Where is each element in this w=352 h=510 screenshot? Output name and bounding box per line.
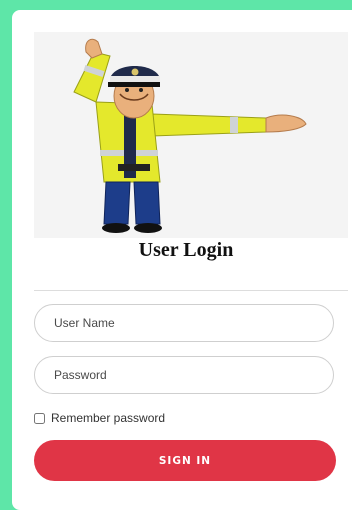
remember-password-option[interactable]: Remember password <box>34 411 165 425</box>
login-title: User Login <box>138 239 234 261</box>
login-card: User Login Remember password SIGN IN <box>12 10 352 510</box>
remember-password-label: Remember password <box>51 411 166 425</box>
username-input[interactable] <box>34 304 334 342</box>
password-input[interactable] <box>34 356 334 394</box>
sign-in-button[interactable]: SIGN IN <box>34 440 336 481</box>
divider <box>34 290 348 291</box>
remember-password-checkbox[interactable] <box>34 412 45 424</box>
traffic-police-illustration <box>34 32 348 238</box>
